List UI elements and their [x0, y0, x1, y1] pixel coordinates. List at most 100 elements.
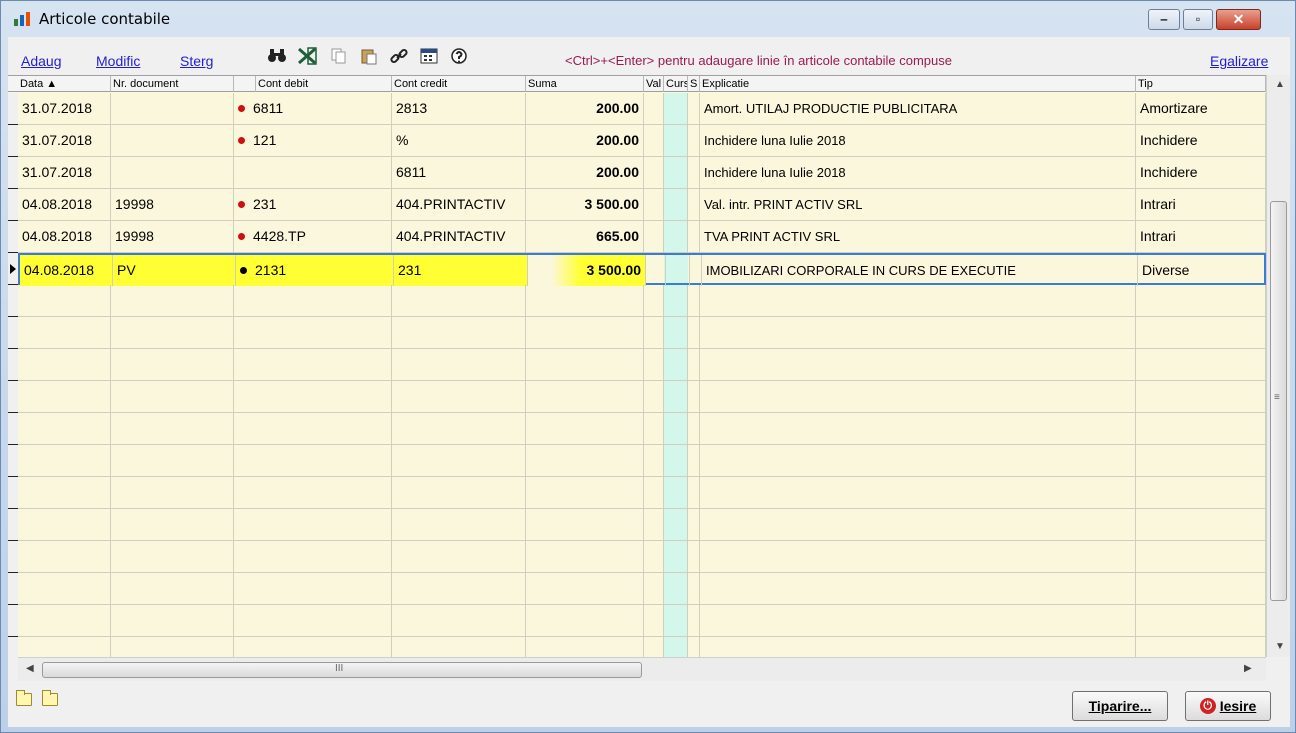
cell-debit[interactable]: [234, 413, 392, 444]
cell-rate[interactable]: [666, 255, 690, 286]
cell-s[interactable]: [688, 413, 700, 444]
col-header-marker[interactable]: [234, 76, 256, 92]
vertical-scroll-thumb[interactable]: ≡: [1270, 201, 1287, 601]
cell-explanation[interactable]: Val. intr. PRINT ACTIV SRL: [700, 189, 1136, 220]
cell-credit[interactable]: 2813: [392, 93, 526, 124]
cell-rate[interactable]: [664, 605, 688, 636]
cell-credit[interactable]: [392, 285, 526, 316]
cell-amount[interactable]: [526, 413, 644, 444]
cell-credit[interactable]: [392, 573, 526, 604]
cell-currency[interactable]: [644, 381, 664, 412]
cell-currency[interactable]: [644, 509, 664, 540]
cell-type[interactable]: Amortizare: [1136, 93, 1266, 124]
table-row[interactable]: [18, 285, 1266, 317]
excel-icon[interactable]: [296, 47, 318, 69]
cell-date[interactable]: 31.07.2018: [18, 157, 111, 188]
cell-rate[interactable]: [664, 317, 688, 348]
cell-amount[interactable]: [526, 285, 644, 316]
help-icon[interactable]: [448, 47, 470, 69]
close-button[interactable]: ✕: [1216, 9, 1261, 30]
cell-rate[interactable]: [664, 413, 688, 444]
scroll-down-icon[interactable]: ▼: [1275, 641, 1285, 652]
cell-date[interactable]: [18, 637, 111, 657]
cell-type[interactable]: [1136, 477, 1266, 508]
table-row[interactable]: [18, 477, 1266, 509]
cell-credit[interactable]: [392, 413, 526, 444]
cell-s[interactable]: [688, 285, 700, 316]
cell-doc-number[interactable]: [111, 285, 234, 316]
cell-credit[interactable]: [392, 349, 526, 380]
cell-debit[interactable]: 4428.TP: [234, 221, 392, 252]
cell-debit[interactable]: [234, 509, 392, 540]
col-header-amount[interactable]: Suma: [526, 76, 644, 92]
table-row[interactable]: [18, 541, 1266, 573]
scroll-right-icon[interactable]: ▶: [1244, 663, 1252, 674]
cell-currency[interactable]: [644, 637, 664, 657]
link-icon[interactable]: [388, 47, 410, 69]
cell-debit[interactable]: [234, 349, 392, 380]
cell-credit[interactable]: [392, 637, 526, 657]
cell-amount[interactable]: [526, 509, 644, 540]
cell-rate[interactable]: [664, 573, 688, 604]
cell-credit[interactable]: [392, 605, 526, 636]
col-header-debit[interactable]: Cont debit: [256, 76, 392, 92]
cell-type[interactable]: [1136, 381, 1266, 412]
cell-amount[interactable]: [526, 541, 644, 572]
cell-credit[interactable]: [392, 381, 526, 412]
col-header-credit[interactable]: Cont credit: [392, 76, 526, 92]
cell-rate[interactable]: [664, 189, 688, 220]
cell-type[interactable]: [1136, 413, 1266, 444]
cell-debit[interactable]: 121: [234, 125, 392, 156]
table-row[interactable]: 31.07.2018 121% 200.00 Inchidere luna Iulie…: [18, 125, 1266, 157]
cell-s[interactable]: [688, 93, 700, 124]
cell-currency[interactable]: [644, 573, 664, 604]
cell-s[interactable]: [688, 317, 700, 348]
cell-date[interactable]: [18, 413, 111, 444]
cell-explanation[interactable]: [700, 381, 1136, 412]
cell-type[interactable]: Inchidere: [1136, 125, 1266, 156]
cell-currency[interactable]: [644, 189, 664, 220]
cell-date[interactable]: 31.07.2018: [18, 125, 111, 156]
cell-explanation[interactable]: [700, 285, 1136, 316]
cell-debit[interactable]: [234, 477, 392, 508]
cell-doc-number[interactable]: [111, 605, 234, 636]
cell-s[interactable]: [688, 477, 700, 508]
cell-debit[interactable]: [234, 573, 392, 604]
cell-s[interactable]: [688, 189, 700, 220]
cell-rate[interactable]: [664, 509, 688, 540]
cell-doc-number[interactable]: [111, 509, 234, 540]
maximize-button[interactable]: ▫: [1183, 9, 1213, 30]
cell-rate[interactable]: [664, 125, 688, 156]
cell-debit[interactable]: 6811: [234, 93, 392, 124]
table-row[interactable]: 04.08.2018 19998 4428.TP 404.PRINTACTIV 665.…: [18, 221, 1266, 253]
cell-explanation[interactable]: [700, 413, 1136, 444]
cell-explanation[interactable]: [700, 573, 1136, 604]
cell-doc-number[interactable]: [111, 381, 234, 412]
delete-link[interactable]: Sterg: [180, 53, 213, 69]
cell-currency[interactable]: [644, 445, 664, 476]
table-row[interactable]: 04.08.2018 PV 2131 231 3 500.00 IMOBILIZARI C…: [18, 253, 1266, 286]
cell-s[interactable]: [688, 605, 700, 636]
cell-rate[interactable]: [664, 221, 688, 252]
cell-credit[interactable]: [392, 477, 526, 508]
cell-currency[interactable]: [644, 541, 664, 572]
cell-type[interactable]: [1136, 509, 1266, 540]
minimize-button[interactable]: ‒: [1148, 9, 1180, 30]
col-header-rate[interactable]: Curs: [664, 76, 688, 92]
cell-debit[interactable]: [234, 541, 392, 572]
cell-currency[interactable]: [644, 157, 664, 188]
cell-type[interactable]: [1136, 541, 1266, 572]
cell-type[interactable]: Inchidere: [1136, 157, 1266, 188]
cell-debit[interactable]: [234, 445, 392, 476]
table-row[interactable]: [18, 509, 1266, 541]
col-header-explanation[interactable]: Explicatie: [700, 76, 1136, 92]
add-link[interactable]: Adaug: [21, 53, 61, 69]
cell-date[interactable]: 31.07.2018: [18, 93, 111, 124]
cell-explanation[interactable]: [700, 445, 1136, 476]
col-header-type[interactable]: Tip: [1136, 76, 1266, 92]
horizontal-scrollbar[interactable]: ◀ III ▶: [18, 657, 1266, 681]
modify-link[interactable]: Modific: [96, 53, 140, 69]
cell-debit[interactable]: [234, 381, 392, 412]
cell-doc-number[interactable]: [111, 541, 234, 572]
cell-explanation[interactable]: [700, 349, 1136, 380]
